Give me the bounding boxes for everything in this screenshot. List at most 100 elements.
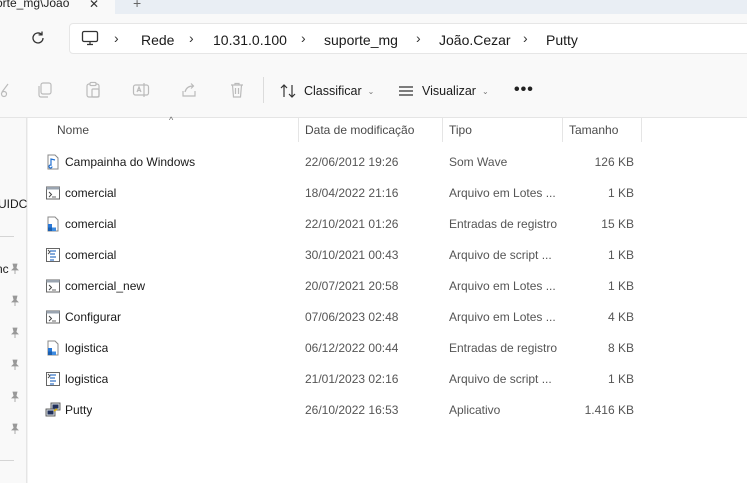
file-size: 1 KB	[607, 186, 634, 200]
file-size: 126 KB	[594, 155, 634, 169]
column-header-type[interactable]: Tipo	[449, 123, 472, 137]
putty-app-icon	[45, 402, 61, 418]
file-date-modified: 21/01/2023 02:16	[305, 372, 399, 386]
batch-file-icon	[45, 309, 61, 325]
file-name: logistica	[65, 341, 109, 355]
file-row[interactable]: Campainha do Windows 22/06/2012 19:26 Som …	[28, 147, 747, 178]
breadcrumb-item[interactable]: Rede	[141, 32, 174, 48]
file-name: comercial_new	[65, 279, 146, 293]
file-date-modified: 30/10/2021 00:43	[305, 248, 399, 262]
tab-title: orte_mg\Joao	[0, 0, 70, 10]
file-row[interactable]: comercial 30/10/2021 00:43 Arquivo de scri…	[28, 240, 747, 271]
column-header-name[interactable]: Nome	[57, 123, 89, 137]
file-row[interactable]: comercial_new 20/07/2021 20:58 Arquivo em …	[28, 271, 747, 302]
file-size: 1 KB	[607, 248, 634, 262]
nav-divider	[0, 236, 14, 237]
file-row[interactable]: logistica 06/12/2022 00:44 Entradas de reg…	[28, 333, 747, 364]
pin-icon	[11, 295, 19, 306]
tab-strip: orte_mg\Joao ✕ +	[0, 0, 747, 14]
command-bar: Classificar ⌄ Visualizar ⌄ •••	[0, 63, 747, 118]
pin-icon	[11, 391, 19, 402]
file-type: Arquivo em Lotes ...	[449, 279, 556, 293]
pin-icon	[11, 263, 19, 274]
breadcrumb-item[interactable]: 10.31.0.100	[213, 32, 287, 48]
column-header-size[interactable]: Tamanho	[569, 123, 618, 137]
nav-item-label[interactable]: nc	[0, 262, 9, 276]
sort-ascending-icon: ^	[169, 115, 174, 125]
breadcrumb-item[interactable]: João.Cezar	[439, 32, 511, 48]
file-size: 1 KB	[607, 372, 634, 386]
file-row[interactable]: Configurar 07/06/2023 02:48 Arquivo em Lot…	[28, 302, 747, 333]
chevron-down-icon: ⌄	[367, 86, 375, 96]
file-name: Putty	[65, 403, 93, 417]
close-tab-icon[interactable]: ✕	[89, 0, 99, 11]
chevron-right-icon[interactable]: ›	[301, 30, 306, 46]
breadcrumb-item[interactable]: suporte_mg	[324, 32, 398, 48]
file-name: Configurar	[65, 310, 122, 324]
file-size: 4 KB	[607, 310, 634, 324]
file-name: comercial	[65, 186, 117, 200]
file-type: Arquivo em Lotes ...	[449, 310, 556, 324]
new-tab-button[interactable]: +	[133, 0, 141, 11]
file-row[interactable]: comercial 18/04/2022 21:16 Arquivo em Lote…	[28, 178, 747, 209]
copy-icon[interactable]	[36, 81, 54, 99]
file-row[interactable]: comercial 22/10/2021 01:26 Entradas de reg…	[28, 209, 747, 240]
address-row: › Rede › 10.31.0.100 › suporte_mg › João…	[0, 14, 747, 63]
navigation-pane: UIDC nc	[0, 118, 27, 483]
chevron-down-icon: ⌄	[481, 86, 489, 96]
file-name: logistica	[65, 372, 109, 386]
file-row[interactable]: logistica 21/01/2023 02:16 Arquivo de scri…	[28, 364, 747, 395]
breadcrumb-item[interactable]: Putty	[546, 32, 578, 48]
refresh-icon[interactable]	[29, 29, 47, 47]
registry-file-icon	[45, 340, 61, 356]
file-type: Aplicativo	[449, 403, 501, 417]
share-icon[interactable]	[180, 81, 198, 99]
delete-icon[interactable]	[228, 81, 246, 99]
file-type: Som Wave	[449, 155, 508, 169]
file-name: comercial	[65, 248, 117, 262]
address-bar[interactable]: › Rede › 10.31.0.100 › suporte_mg › João…	[69, 23, 747, 54]
file-date-modified: 06/12/2022 00:44	[305, 341, 399, 355]
nav-divider	[0, 460, 14, 461]
pin-icon	[11, 423, 19, 434]
rename-icon[interactable]	[132, 81, 150, 99]
column-header-row: ^ Nome Data de modificação Tipo Tamanho	[28, 115, 747, 142]
toolbar-divider	[263, 77, 264, 103]
file-size: 8 KB	[607, 341, 634, 355]
file-date-modified: 22/10/2021 01:26	[305, 217, 399, 231]
chevron-right-icon[interactable]: ›	[416, 30, 421, 46]
view-label: Visualizar	[422, 84, 476, 98]
column-divider[interactable]	[298, 118, 299, 142]
registry-file-icon	[45, 216, 61, 232]
file-row[interactable]: Putty 26/10/2022 16:53 Aplicativo 1.416 KB	[28, 395, 747, 426]
nav-item-label[interactable]: UIDC	[0, 197, 27, 211]
file-type: Entradas de registro	[449, 217, 557, 231]
batch-file-icon	[45, 185, 61, 201]
explorer-tab[interactable]: orte_mg\Joao ✕	[0, 0, 115, 14]
file-size: 1.416 KB	[584, 403, 634, 417]
column-divider[interactable]	[641, 118, 642, 142]
sort-button[interactable]: Classificar ⌄	[280, 81, 374, 101]
file-type: Arquivo de script ...	[449, 248, 552, 262]
computer-icon	[81, 30, 99, 46]
chevron-right-icon[interactable]: ›	[189, 30, 194, 46]
file-date-modified: 20/07/2021 20:58	[305, 279, 399, 293]
sort-icon	[280, 84, 296, 98]
file-type: Arquivo em Lotes ...	[449, 186, 556, 200]
column-divider[interactable]	[562, 118, 563, 142]
chevron-right-icon[interactable]: ›	[114, 30, 119, 46]
file-name: comercial	[65, 217, 117, 231]
sort-label: Classificar	[304, 84, 362, 98]
file-date-modified: 18/04/2022 21:16	[305, 186, 399, 200]
column-divider[interactable]	[442, 118, 443, 142]
cut-icon[interactable]	[0, 81, 10, 99]
column-header-date[interactable]: Data de modificação	[305, 123, 414, 137]
script-file-icon	[45, 247, 61, 263]
audio-file-icon	[45, 154, 61, 170]
more-options-button[interactable]: •••	[514, 81, 534, 99]
file-size: 1 KB	[607, 279, 634, 293]
chevron-right-icon[interactable]: ›	[523, 30, 528, 46]
file-type: Entradas de registro	[449, 341, 557, 355]
paste-icon[interactable]	[84, 81, 102, 99]
view-button[interactable]: Visualizar ⌄	[398, 81, 489, 101]
